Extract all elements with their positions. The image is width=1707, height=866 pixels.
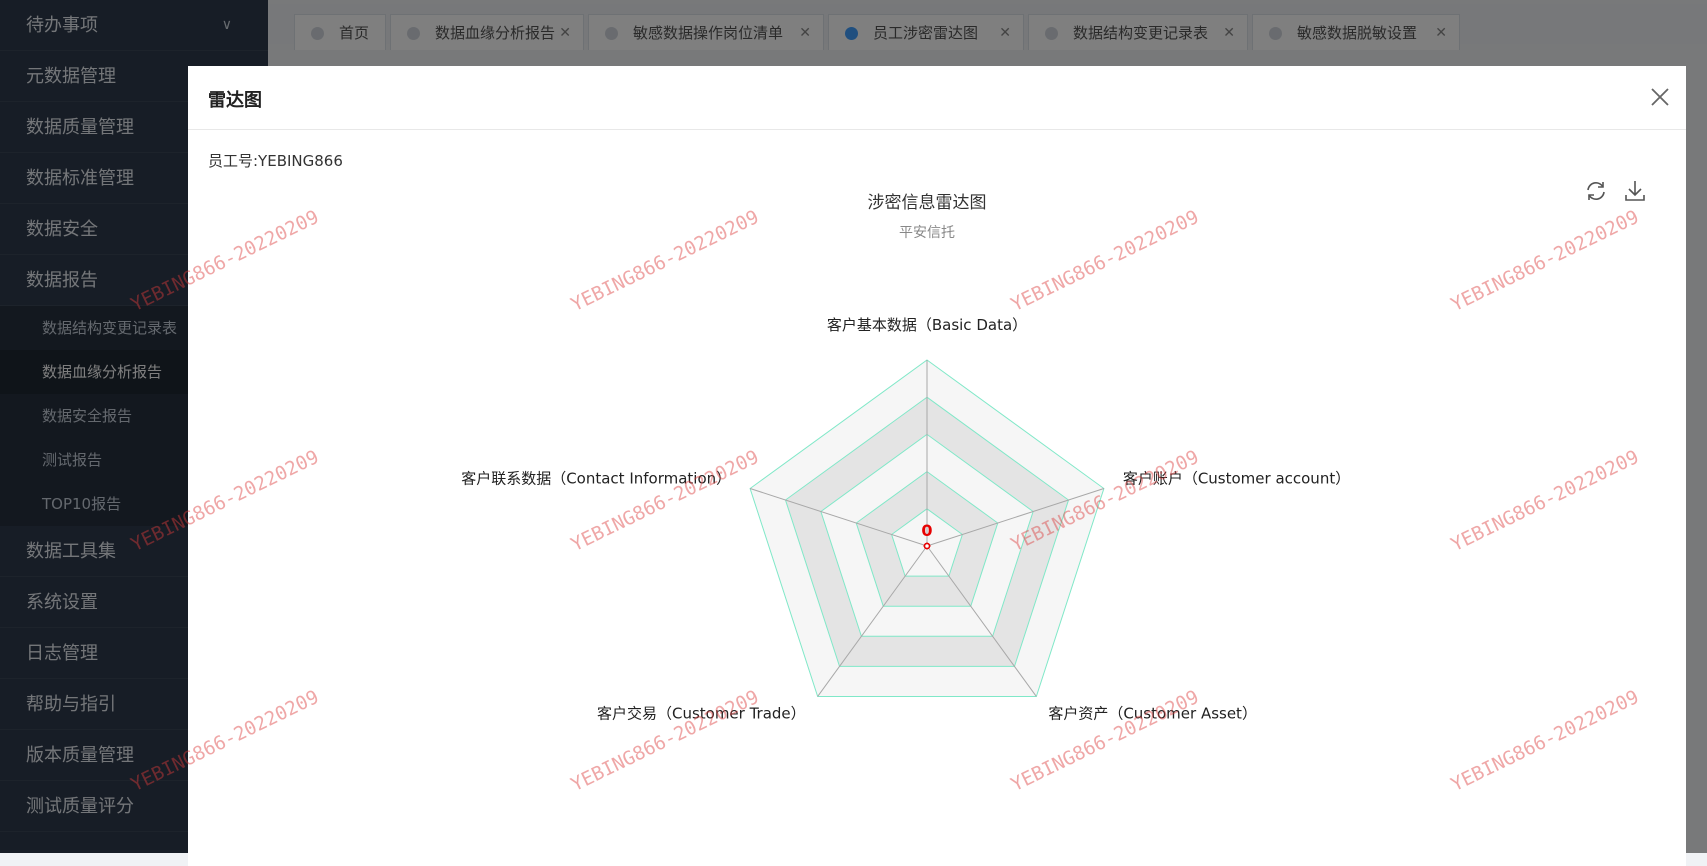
radar-indicator-label: 客户资产（Customer Asset） [1048,704,1257,722]
radar-indicator-label: 客户联系数据（Contact Information） [461,470,731,488]
radar-indicator-label: 客户交易（Customer Trade） [597,704,806,722]
radar-value-label: 0 [921,521,932,540]
chart-title: 涉密信息雷达图 [868,193,987,213]
radar-modal: 雷达图 员工号:YEBING866 涉密信息雷达图 平安信托 客户基本数据（Ba… [128,66,1686,866]
radar-chart: 涉密信息雷达图 平安信托 客户基本数据（Basic Data） 客户账户（Cust… [461,193,1350,722]
chart-subtitle: 平安信托 [899,225,955,241]
radar-indicator-label: 客户基本数据（Basic Data） [827,316,1027,334]
radar-data-point [923,542,931,550]
radar-indicator-label: 客户账户（Customer account） [1123,470,1350,488]
